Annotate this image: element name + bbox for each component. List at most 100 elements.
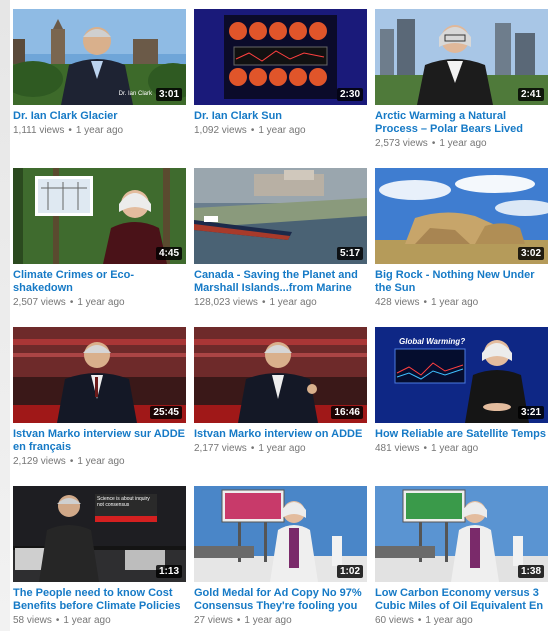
video-meta: 2,507 views • 1 year ago	[13, 296, 186, 309]
video-card[interactable]: 16:46 Istvan Marko interview on ADDE 2,1…	[194, 327, 367, 455]
view-count: 1,111 views	[13, 125, 65, 136]
video-card[interactable]: 1:02 Gold Medal for Ad Copy No 97% Conse…	[194, 486, 367, 627]
video-title-link[interactable]: The People need to know Cost Benefits be…	[13, 587, 186, 613]
video-thumbnail[interactable]: 2:30	[194, 9, 367, 105]
video-card[interactable]: 4:45 Climate Crimes or Eco-shakedown 2,5…	[13, 168, 186, 309]
meta-separator: •	[261, 297, 266, 308]
upload-age: 1 year ago	[244, 615, 292, 626]
video-duration: 25:45	[150, 406, 182, 419]
video-duration: 2:30	[336, 88, 363, 101]
video-card[interactable]: 3:02 Big Rock - Nothing New Under the Su…	[375, 168, 548, 309]
video-duration: 1:02	[336, 565, 363, 578]
video-card[interactable]: 5:17 Canada - Saving the Planet and Mars…	[194, 168, 367, 309]
upload-age: 1 year ago	[425, 615, 473, 626]
upload-age: 1 year ago	[63, 615, 111, 626]
video-card[interactable]: Science is about inquiry not consensus 1…	[13, 486, 186, 627]
upload-age: 1 year ago	[77, 456, 125, 467]
video-grid: Dr. Ian Clark 3:01 Dr. Ian Clark Glacier…	[0, 0, 555, 631]
video-duration: 16:46	[331, 406, 363, 419]
view-count: 2,573 views	[375, 138, 428, 149]
meta-separator: •	[69, 456, 74, 467]
video-card[interactable]: Dr. Ian Clark 3:01 Dr. Ian Clark Glacier…	[13, 9, 186, 137]
upload-age: 1 year ago	[258, 443, 306, 454]
video-meta: 1,111 views • 1 year ago	[13, 124, 186, 137]
upload-age: 1 year ago	[430, 297, 479, 308]
video-thumbnail[interactable]: Dr. Ian Clark 3:01	[13, 9, 186, 105]
meta-separator: •	[55, 615, 60, 626]
video-meta: 1,092 views • 1 year ago	[194, 124, 367, 137]
meta-separator: •	[431, 138, 436, 149]
meta-separator: •	[417, 615, 422, 626]
meta-separator: •	[236, 615, 241, 626]
video-duration: 3:21	[517, 406, 544, 419]
video-meta: 60 views • 1 year ago	[375, 614, 548, 627]
view-count: 1,092 views	[194, 125, 247, 136]
meta-separator: •	[250, 125, 255, 136]
meta-separator: •	[423, 297, 427, 308]
video-meta: 128,023 views • 1 year ago	[194, 296, 367, 309]
video-title-link[interactable]: Dr. Ian Clark Glacier	[13, 110, 186, 123]
video-card[interactable]: 2:41 Arctic Warming a Natural Process – …	[375, 9, 548, 150]
video-meta: 27 views • 1 year ago	[194, 614, 367, 627]
video-meta: 481 views • 1 year ago	[375, 442, 548, 455]
video-meta: 2,129 views • 1 year ago	[13, 455, 186, 468]
video-thumbnail[interactable]: 25:45	[13, 327, 186, 423]
video-meta: 2,177 views • 1 year ago	[194, 442, 367, 455]
video-title-link[interactable]: Gold Medal for Ad Copy No 97% Consensus …	[194, 587, 367, 613]
video-card[interactable]: Global Warming? 3:21 How Reliable are Sa…	[375, 327, 548, 455]
video-title-link[interactable]: How Reliable are Satellite Temps	[375, 428, 548, 441]
video-thumbnail[interactable]: 4:45	[13, 168, 186, 264]
video-meta: 58 views • 1 year ago	[13, 614, 186, 627]
video-meta: 428 views • 1 year ago	[375, 296, 548, 309]
video-title-link[interactable]: Low Carbon Economy versus 3 Cubic Miles …	[375, 587, 548, 613]
upload-age: 1 year ago	[269, 297, 317, 308]
view-count: 428 views	[375, 297, 420, 308]
video-card[interactable]: 2:30 Dr. Ian Clark Sun 1,092 views • 1 yea…	[194, 9, 367, 137]
video-thumbnail[interactable]: 1:38	[375, 486, 548, 582]
meta-separator: •	[69, 297, 74, 308]
video-thumbnail[interactable]: 1:02	[194, 486, 367, 582]
view-count: 2,507 views	[13, 297, 66, 308]
video-thumbnail[interactable]: 5:17	[194, 168, 367, 264]
view-count: 2,177 views	[194, 443, 247, 454]
meta-separator: •	[68, 125, 72, 136]
video-title-link[interactable]: Climate Crimes or Eco-shakedown	[13, 269, 186, 295]
video-duration: 1:38	[517, 565, 544, 578]
video-card[interactable]: 25:45 Istvan Marko interview sur ADDE en…	[13, 327, 186, 468]
video-duration: 2:41	[517, 88, 544, 101]
upload-age: 1 year ago	[439, 138, 487, 149]
video-title-link[interactable]: Canada - Saving the Planet and Marshall …	[194, 269, 367, 295]
view-count: 60 views	[375, 615, 414, 626]
meta-separator: •	[423, 443, 427, 454]
video-duration: 1:13	[155, 565, 182, 578]
thumbnail-caption: Dr. Ian Clark	[118, 91, 152, 97]
upload-age: 1 year ago	[258, 125, 306, 136]
view-count: 128,023 views	[194, 297, 258, 308]
meta-separator: •	[250, 443, 255, 454]
thumbnail-caption: Global Warming?	[399, 337, 466, 346]
video-duration: 3:02	[517, 247, 544, 260]
upload-age: 1 year ago	[77, 297, 125, 308]
video-thumbnail[interactable]: Science is about inquiry not consensus 1…	[13, 486, 186, 582]
video-title-link[interactable]: Istvan Marko interview on ADDE	[194, 428, 367, 441]
video-title-link[interactable]: Arctic Warming a Natural Process – Polar…	[375, 110, 548, 136]
upload-age: 1 year ago	[430, 443, 479, 454]
video-duration: 5:17	[336, 247, 363, 260]
video-thumbnail[interactable]: Global Warming? 3:21	[375, 327, 548, 423]
video-thumbnail[interactable]: 2:41	[375, 9, 548, 105]
video-thumbnail[interactable]: 16:46	[194, 327, 367, 423]
view-count: 27 views	[194, 615, 233, 626]
upload-age: 1 year ago	[75, 125, 124, 136]
view-count: 481 views	[375, 443, 420, 454]
video-title-link[interactable]: Istvan Marko interview sur ADDE en franç…	[13, 428, 186, 454]
video-title-link[interactable]: Dr. Ian Clark Sun	[194, 110, 367, 123]
video-duration: 3:01	[155, 88, 182, 101]
video-card[interactable]: 1:38 Low Carbon Economy versus 3 Cubic M…	[375, 486, 548, 627]
video-duration: 4:45	[155, 247, 182, 260]
video-title-link[interactable]: Big Rock - Nothing New Under the Sun	[375, 269, 548, 295]
video-meta: 2,573 views • 1 year ago	[375, 137, 548, 150]
thumbnail-caption: Science is about inquiry not consensus	[97, 496, 150, 508]
view-count: 58 views	[13, 615, 52, 626]
video-thumbnail[interactable]: 3:02	[375, 168, 548, 264]
view-count: 2,129 views	[13, 456, 66, 467]
